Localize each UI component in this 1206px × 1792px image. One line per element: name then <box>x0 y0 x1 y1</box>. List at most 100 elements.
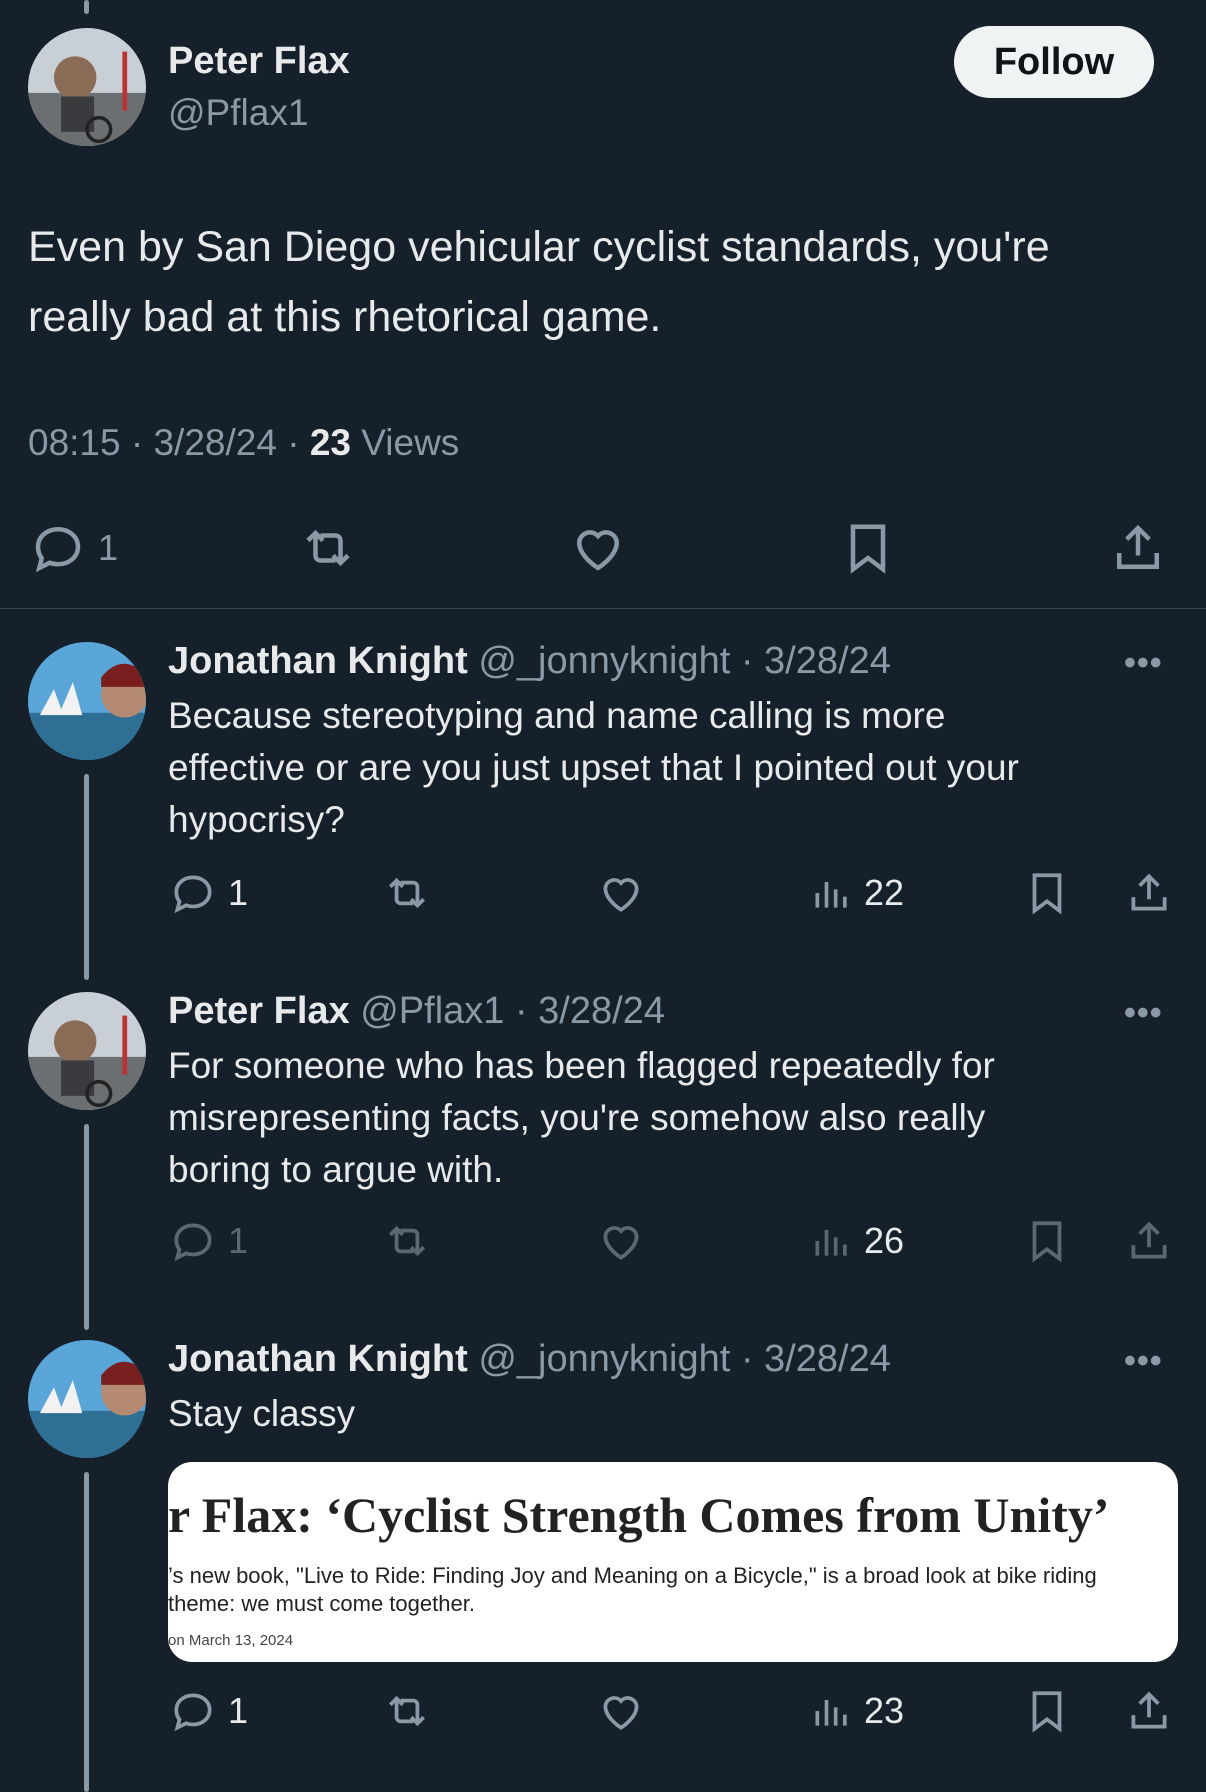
retweet-icon <box>306 529 350 567</box>
reply-1-like-action[interactable] <box>596 868 646 918</box>
main-author-name[interactable]: Peter Flax <box>168 40 350 83</box>
reply-1-share-action[interactable] <box>1124 868 1174 918</box>
share-icon <box>1117 524 1159 569</box>
like-icon <box>603 1696 639 1730</box>
more-icon[interactable]: ••• <box>1124 644 1163 683</box>
card-title: r Flax: ‘Cyclist Strength Comes from Uni… <box>168 1487 1110 1543</box>
bookmark-icon <box>850 524 886 574</box>
reply-2-reply-action[interactable]: 1 <box>168 1216 248 1266</box>
avatar-reply-3[interactable] <box>28 1340 146 1458</box>
reply-2-author[interactable]: Peter Flax <box>168 990 350 1032</box>
reply-3-share-action[interactable] <box>1124 1686 1174 1736</box>
share-icon <box>1131 1221 1167 1259</box>
main-bookmark-action[interactable] <box>838 518 898 578</box>
main-like-action[interactable] <box>568 518 628 578</box>
share-icon <box>1131 873 1167 911</box>
avatar-reply-2[interactable] <box>28 992 146 1110</box>
reply-1-views: 22 <box>864 872 905 913</box>
reply-1-author[interactable]: Jonathan Knight <box>168 640 468 682</box>
main-author-handle[interactable]: @Pflax1 <box>168 92 308 134</box>
reply-1-header: Jonathan Knight @_jonnyknight · 3/28/24 <box>168 640 891 683</box>
avatar-reply-1[interactable] <box>28 642 146 760</box>
views-icon <box>815 1700 847 1726</box>
main-share-action[interactable] <box>1108 518 1168 578</box>
reply-line: Stay classy <box>168 1393 356 1434</box>
avatar-main[interactable] <box>28 28 146 146</box>
reply-1-reply-action[interactable]: 1 <box>168 868 248 918</box>
reply-3-bookmark-action[interactable] <box>1022 1686 1072 1736</box>
main-tweet-text: Even by San Diego vehicular cyclist stan… <box>28 212 1178 352</box>
card-desc-line: theme: we must come together. <box>168 1591 475 1616</box>
divider <box>0 608 1206 609</box>
main-tweet-line: really bad at this rhetorical game. <box>28 293 662 341</box>
reply-2-bookmark-action[interactable] <box>1022 1216 1072 1266</box>
thread-line-2 <box>84 1124 89 1330</box>
reply-3-meta[interactable]: @_jonnyknight · 3/28/24 <box>478 1338 891 1380</box>
card-date: on March 13, 2024 <box>168 1632 294 1649</box>
thread-line-3 <box>84 1472 89 1792</box>
reply-icon <box>35 526 81 573</box>
reply-2-share-action[interactable] <box>1124 1216 1174 1266</box>
reply-2-header: Peter Flax @Pflax1 · 3/28/24 <box>168 990 665 1033</box>
reply-line: effective or are you just upset that I p… <box>168 747 1019 788</box>
views-label[interactable]: Views <box>361 422 459 463</box>
reply-1-views-action[interactable]: 22 <box>810 868 904 918</box>
views-count: 23 <box>309 422 351 463</box>
more-icon[interactable]: ••• <box>1124 994 1163 1033</box>
more-icon[interactable]: ••• <box>1124 1342 1163 1381</box>
follow-button[interactable]: Follow <box>954 26 1154 98</box>
like-icon <box>603 878 639 912</box>
reply-3-reply-action[interactable]: 1 <box>168 1686 248 1736</box>
reply-1-meta[interactable]: @_jonnyknight · 3/28/24 <box>478 640 891 682</box>
reply-2-like-action[interactable] <box>596 1216 646 1266</box>
reply-line: hypocrisy? <box>168 799 345 840</box>
tweet-date: 3/28/24 <box>153 422 277 463</box>
reply-3-header: Jonathan Knight @_jonnyknight · 3/28/24 <box>168 1338 891 1381</box>
bookmark-icon <box>1032 873 1062 915</box>
reply-line: boring to argue with. <box>168 1149 504 1190</box>
reply-1-retweet-action[interactable] <box>380 868 434 918</box>
main-tweet-meta: 08:15 · 3/28/24 · 23 Views <box>28 422 460 463</box>
main-reply-action[interactable]: 1 <box>28 518 118 578</box>
reply-3-author[interactable]: Jonathan Knight <box>168 1338 468 1380</box>
like-icon <box>576 530 620 571</box>
reply-2-views: 26 <box>864 1220 905 1261</box>
reply-1-bookmark-action[interactable] <box>1022 868 1072 918</box>
reply-line: misrepresenting facts, you're somehow al… <box>168 1097 986 1138</box>
reply-icon <box>174 1693 212 1732</box>
bookmark-icon <box>1032 1221 1062 1263</box>
reply-3-reply-count: 1 <box>228 1690 249 1731</box>
share-icon <box>1131 1691 1167 1729</box>
reply-2-meta[interactable]: @Pflax1 · 3/28/24 <box>360 990 665 1032</box>
reply-3-views-action[interactable]: 23 <box>810 1686 904 1736</box>
reply-1-text: Because stereotyping and name calling is… <box>168 690 1168 846</box>
reply-2-text: For someone who has been flagged repeate… <box>168 1040 1168 1196</box>
main-tweet-line: Even by San Diego vehicular cyclist stan… <box>28 223 1050 271</box>
retweet-icon <box>389 877 425 909</box>
thread-line-1 <box>84 774 89 980</box>
main-retweet-action[interactable] <box>296 518 360 578</box>
main-reply-count: 1 <box>98 527 119 568</box>
tweet-time: 08:15 <box>28 422 121 463</box>
reply-3-retweet-action[interactable] <box>380 1686 434 1736</box>
reply-2-views-action[interactable]: 26 <box>810 1216 904 1266</box>
reply-1-reply-count: 1 <box>228 872 249 913</box>
card-description: ’s new book, "Live to Ride: Finding Joy … <box>168 1562 1178 1618</box>
retweet-icon <box>389 1695 425 1727</box>
reply-line: Because stereotyping and name calling is… <box>168 695 946 736</box>
reply-3-views: 23 <box>864 1690 905 1731</box>
reply-icon <box>174 875 212 914</box>
views-icon <box>815 1230 847 1256</box>
reply-3-text: Stay classy <box>168 1388 1168 1440</box>
reply-icon <box>174 1223 212 1262</box>
thread-line-top <box>84 0 89 14</box>
views-icon <box>815 882 847 908</box>
reply-2-reply-count: 1 <box>228 1220 249 1261</box>
retweet-icon <box>389 1225 425 1257</box>
card-desc-line: ’s new book, "Live to Ride: Finding Joy … <box>168 1563 1097 1588</box>
link-preview-card[interactable]: r Flax: ‘Cyclist Strength Comes from Uni… <box>168 1462 1178 1662</box>
reply-line: For someone who has been flagged repeate… <box>168 1045 995 1086</box>
reply-3-like-action[interactable] <box>596 1686 646 1736</box>
bookmark-icon <box>1032 1691 1062 1733</box>
reply-2-retweet-action[interactable] <box>380 1216 434 1266</box>
